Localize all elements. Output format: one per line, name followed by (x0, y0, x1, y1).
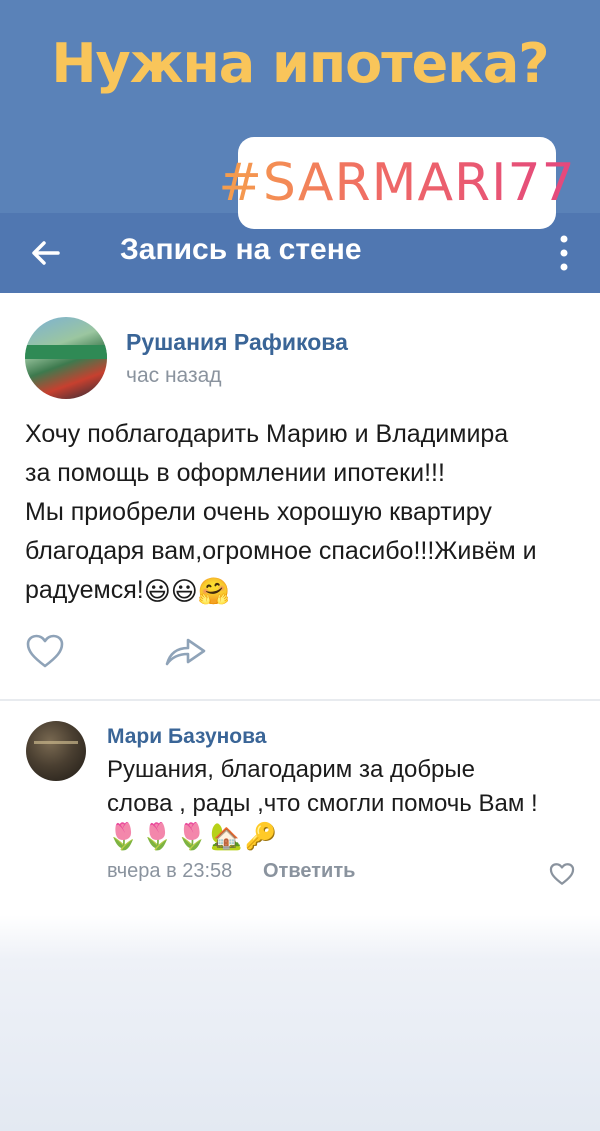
post-text-line: за помощь в оформлении ипотеки!!! (25, 459, 445, 487)
post-text-line: радуемся!😃😃🤗 (25, 571, 585, 611)
post-timestamp: час назад (126, 364, 222, 387)
heart-icon[interactable] (549, 862, 575, 886)
heart-icon[interactable] (25, 633, 65, 669)
comment-author-name[interactable]: Мари Базунова (107, 725, 266, 749)
comment-text-line: Рушания, благодарим за добрые (107, 756, 476, 783)
comment-timestamp: вчера в 23:58 (107, 860, 233, 882)
post-emojis: 😃😃🤗 (143, 576, 231, 606)
reply-button[interactable]: Ответить (263, 860, 355, 883)
arrow-left-icon[interactable] (28, 235, 64, 271)
post-text-line: Хочу поблагодарить Марию и Владимира (25, 420, 509, 448)
post-text-end: радуемся! (25, 576, 144, 604)
post-body: Хочу поблагодарить Марию и Владимира за … (25, 415, 585, 611)
comment-body: Рушания, благодарим за добрые слова , ра… (107, 753, 587, 821)
comment-emojis: 🌷🌷🌷🏡🔑 (107, 821, 279, 851)
comment-text-line: слова , рады ,что смогли помочь Вам ! (107, 790, 538, 817)
more-vertical-icon[interactable] (552, 233, 576, 273)
commenter-avatar[interactable] (26, 721, 86, 781)
hashtag-text: #SARMARI77 (218, 153, 576, 213)
share-arrow-icon[interactable] (164, 635, 208, 667)
promo-headline: Нужна ипотека? (51, 32, 549, 95)
wall-post-card: Рушания Рафикова час назад Хочу поблагод… (0, 293, 600, 915)
page-title: Запись на стене (120, 233, 362, 266)
post-text-line: Мы приобрели очень хорошую квартиру (25, 498, 492, 526)
section-divider (0, 699, 600, 701)
author-avatar[interactable] (25, 317, 107, 399)
hashtag-sticker: #SARMARI77 (218, 137, 575, 229)
post-author-name[interactable]: Рушания Рафикова (126, 329, 348, 356)
post-text-line: благодаря вам,огромное спасибо!!!Живём и (25, 537, 537, 565)
